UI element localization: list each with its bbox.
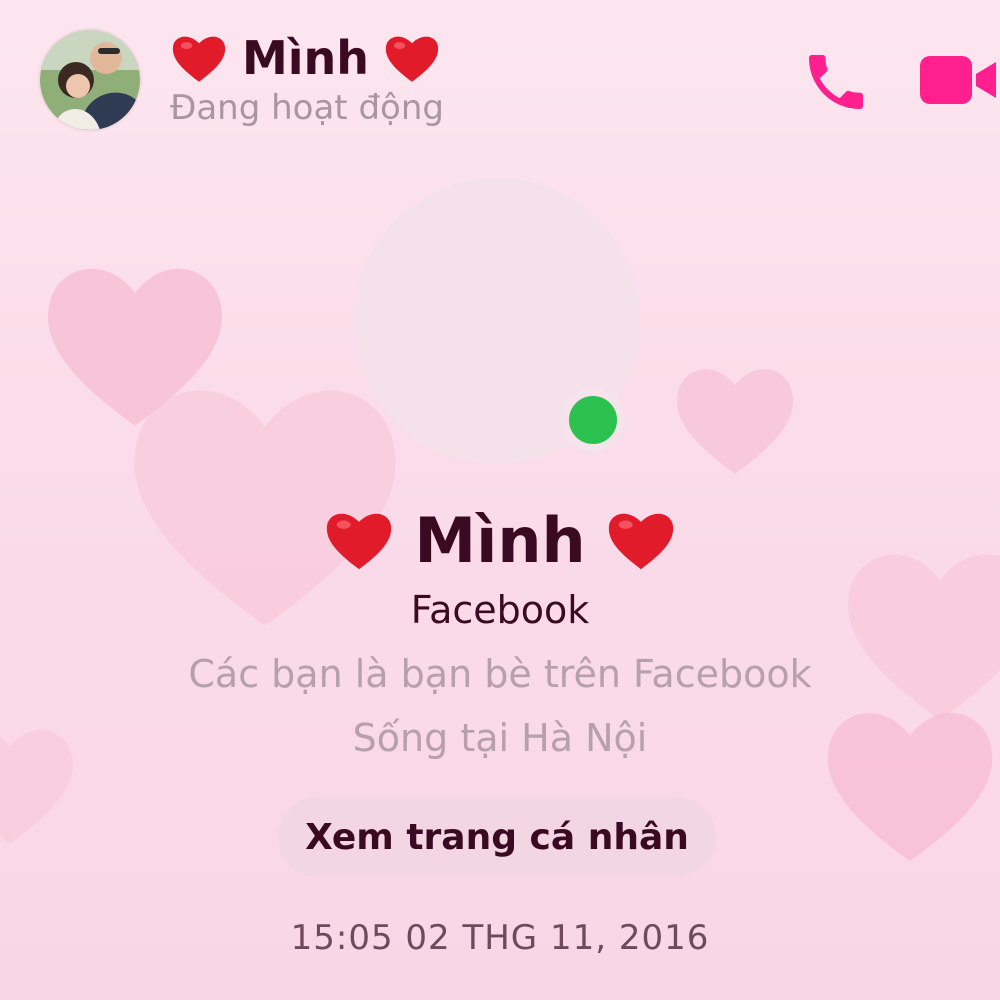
platform-label: Facebook — [410, 588, 590, 632]
red-heart-icon — [385, 36, 439, 82]
chat-header: Mình Đang hoạt động — [0, 0, 1000, 140]
active-status: Đang hoạt động — [170, 88, 444, 128]
video-camera-icon — [920, 56, 996, 104]
red-heart-icon — [172, 36, 226, 82]
conversation-timestamp: 15:05 02 THG 11, 2016 — [290, 918, 710, 958]
header-name-text: Mình — [242, 31, 370, 85]
location-info: Sống tại Hà Nội — [352, 716, 648, 760]
voice-call-button[interactable] — [800, 46, 872, 118]
avatar-photo — [40, 30, 140, 130]
profile-name-text: Mình — [414, 503, 586, 577]
phone-icon — [809, 55, 863, 109]
friendship-info: Các bạn là bạn bè trên Facebook — [188, 652, 812, 696]
header-contact-name[interactable]: Mình — [170, 26, 441, 90]
view-profile-button[interactable]: Xem trang cá nhân — [278, 797, 716, 877]
contact-avatar[interactable] — [38, 28, 142, 132]
background-heart-decoration — [676, 369, 794, 474]
video-call-button[interactable] — [916, 50, 1000, 110]
online-status-dot — [561, 388, 625, 452]
red-heart-icon — [608, 513, 673, 570]
profile-name: Mình — [0, 500, 1000, 580]
red-heart-icon — [327, 513, 392, 570]
background-heart-decoration — [47, 268, 223, 426]
